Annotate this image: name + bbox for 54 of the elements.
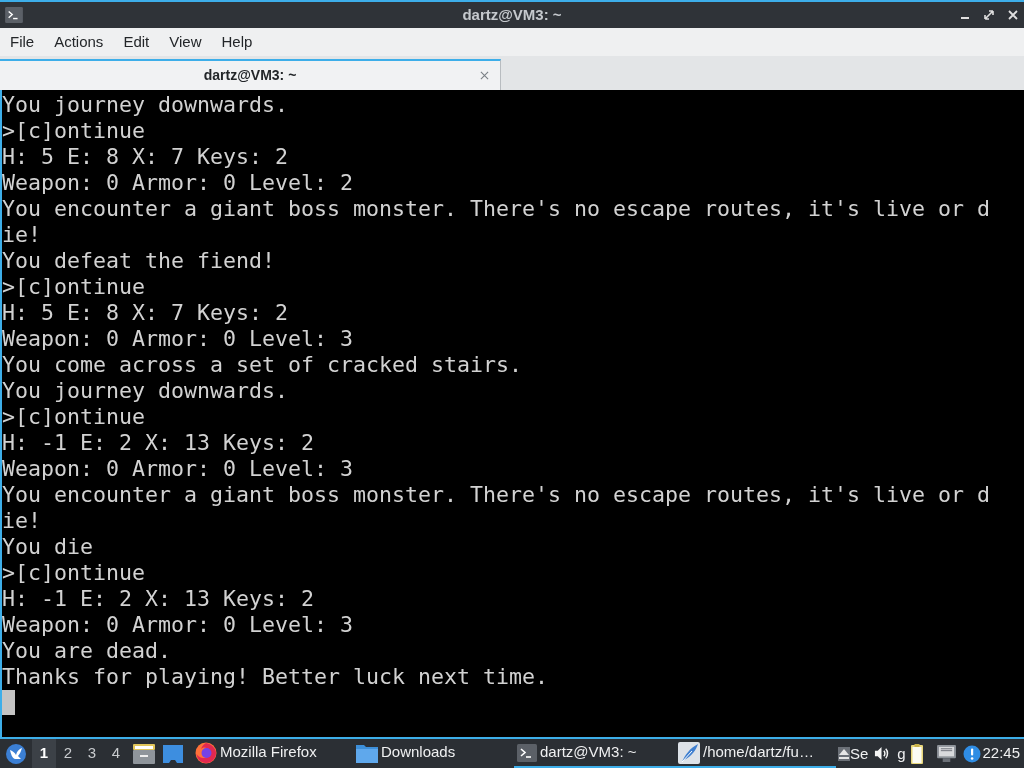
menu-item[interactable]: Edit <box>113 32 160 52</box>
desktop-switch[interactable]: 1 <box>32 739 56 768</box>
desktop-switch[interactable]: 4 <box>104 739 128 768</box>
terminal-line: You come across a set of cracked stairs. <box>2 352 524 378</box>
desktop-switch[interactable]: 2 <box>56 739 80 768</box>
eject-icon[interactable] <box>838 746 850 761</box>
clipboard-icon[interactable] <box>910 743 923 764</box>
network-icon[interactable] <box>936 745 956 762</box>
tray-label: g <box>897 746 906 761</box>
terminal-line: You encounter a giant boss monster. There's no escape routes, it's live or die! <box>2 196 992 248</box>
speaker-icon[interactable] <box>874 746 890 761</box>
menu-item[interactable]: File <box>0 32 45 52</box>
terminal-line: H: 5 E: 8 X: 7 Keys: 2 <box>2 144 289 170</box>
terminal-line: H: 5 E: 8 X: 7 Keys: 2 <box>2 300 289 326</box>
fox-globe-icon <box>195 741 217 764</box>
terminal-line: >[c]ontinue <box>2 560 146 586</box>
task-button[interactable]: Downloads <box>353 739 514 768</box>
menu-item[interactable]: View <box>159 32 212 52</box>
task-button[interactable]: dartz@VM3: ~ <box>514 739 675 768</box>
terminal-line: You encounter a giant boss monster. There's no escape routes, it's live or die! <box>2 482 992 534</box>
terminal-line: You journey downwards. <box>2 378 289 404</box>
terminal-line: Weapon: 0 Armor: 0 Level: 3 <box>2 326 354 352</box>
tray-label: Se <box>850 746 869 761</box>
clock[interactable]: 22:45 <box>982 742 1020 765</box>
desktop-icon <box>163 744 183 763</box>
terminal-icon <box>517 743 537 762</box>
terminal-line: Weapon: 0 Armor: 0 Level: 2 <box>2 170 354 196</box>
terminal-line: Thanks for playing! Better luck next time. <box>2 664 550 690</box>
feather-icon <box>678 741 700 764</box>
task-button[interactable]: Mozilla Firefox <box>192 739 353 768</box>
maximize-icon[interactable] <box>984 10 994 20</box>
bird-icon <box>6 743 26 764</box>
terminal-cursor <box>2 690 15 715</box>
window-title: dartz@VM3: ~ <box>462 4 562 25</box>
terminal-line: You die <box>2 534 94 560</box>
terminal-line: >[c]ontinue <box>2 118 146 144</box>
terminal-line: >[c]ontinue <box>2 404 146 430</box>
terminal-line: Weapon: 0 Armor: 0 Level: 3 <box>2 612 354 638</box>
folder-icon <box>356 742 378 763</box>
terminal-icon <box>5 7 23 23</box>
terminal-line: You are dead. <box>2 638 172 664</box>
terminal-line: Weapon: 0 Armor: 0 Level: 3 <box>2 456 354 482</box>
notification-icon[interactable] <box>962 744 981 763</box>
terminal-line: You journey downwards. <box>2 92 289 118</box>
task-button[interactable]: /home/dartz/fu… <box>675 739 836 768</box>
terminal-line: H: -1 E: 2 X: 13 Keys: 2 <box>2 430 315 456</box>
menu-item[interactable]: Actions <box>44 32 114 52</box>
terminal-line: >[c]ontinue <box>2 274 146 300</box>
terminal-tab[interactable]: dartz@VM3: ~ <box>0 59 501 90</box>
terminal-line: You defeat the fiend! <box>2 248 276 274</box>
menu-item[interactable]: Help <box>211 32 263 52</box>
desktop-switch[interactable]: 3 <box>80 739 104 768</box>
file-cabinet-icon <box>133 743 155 764</box>
terminal-line: H: -1 E: 2 X: 13 Keys: 2 <box>2 586 315 612</box>
